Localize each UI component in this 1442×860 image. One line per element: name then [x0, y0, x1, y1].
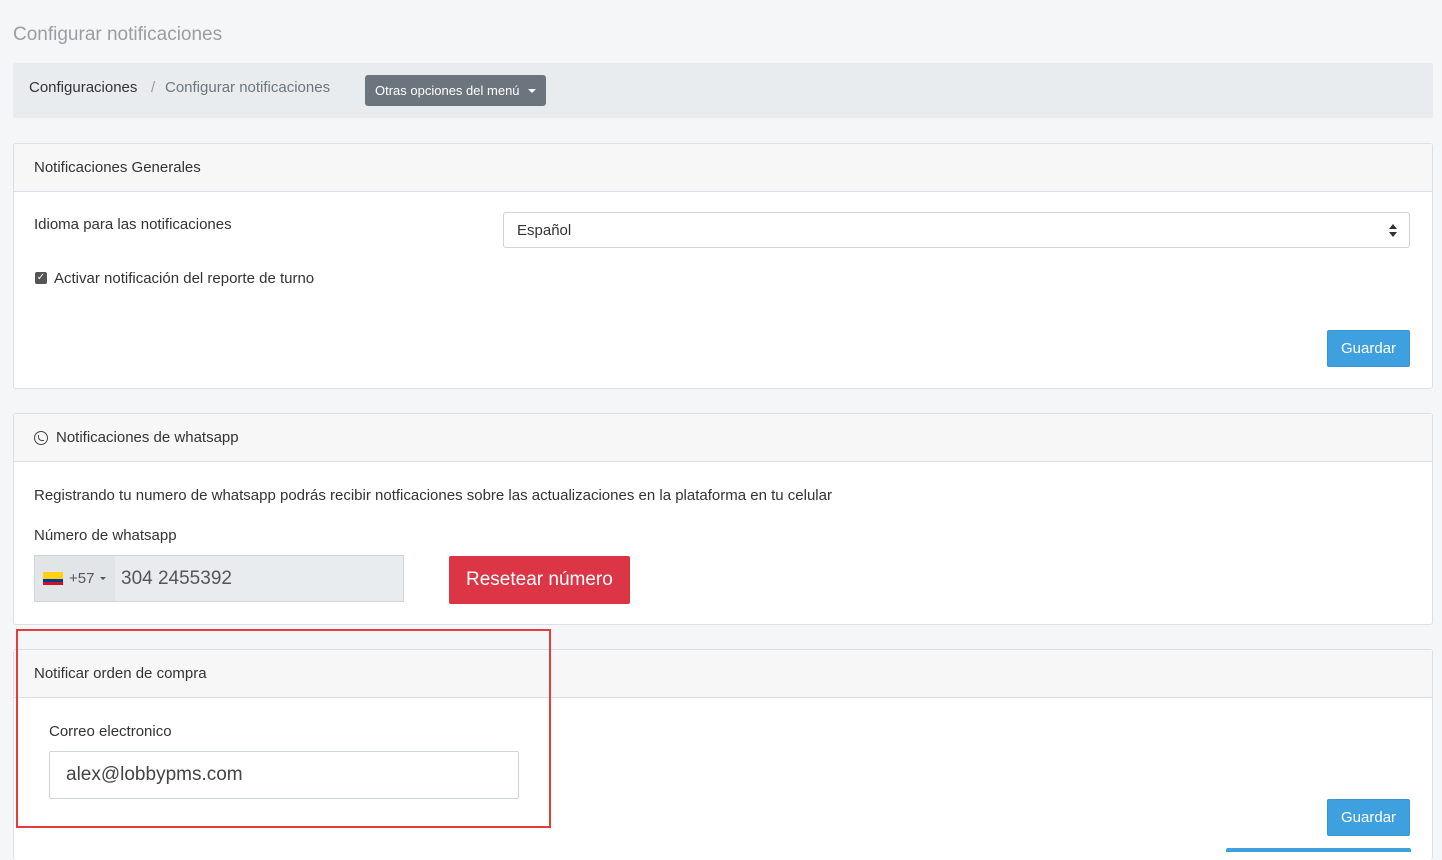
colombia-flag-icon — [43, 572, 63, 585]
whatsapp-number-input[interactable]: +57 304 2455392 — [34, 555, 404, 602]
whatsapp-description: Registrando tu numero de whatsapp podrás… — [34, 487, 832, 504]
whatsapp-notifications-header: Notificaciones de whatsapp — [14, 414, 1432, 462]
general-notifications-card: Notificaciones Generales Idioma para las… — [13, 143, 1433, 389]
caret-down-icon — [527, 88, 536, 93]
language-select[interactable]: Español — [503, 212, 1410, 248]
breadcrumb-current: Configurar notificaciones — [165, 79, 331, 96]
general-notifications-header: Notificaciones Generales — [14, 144, 1432, 192]
breadcrumb-link-configuraciones[interactable]: Configuraciones — [29, 79, 137, 96]
shift-report-checkbox-label: Activar notificación del reporte de turn… — [54, 270, 315, 287]
partial-button[interactable] — [1226, 848, 1411, 852]
whatsapp-notifications-title: Notificaciones de whatsapp — [56, 429, 239, 446]
email-input[interactable] — [49, 751, 519, 799]
caret-down-icon — [100, 577, 107, 580]
whatsapp-number-value: 304 2455392 — [121, 567, 232, 589]
purchase-order-header: Notificar orden de compra — [14, 650, 1432, 698]
country-code-selector[interactable]: +57 — [35, 556, 115, 601]
whatsapp-number-label: Número de whatsapp — [34, 527, 177, 544]
purchase-save-button[interactable]: Guardar — [1327, 799, 1411, 836]
shift-report-checkbox[interactable]: ✓ — [35, 272, 47, 284]
breadcrumb: Configuraciones / Configurar notificacio… — [13, 63, 1433, 118]
language-select-value: Español — [517, 221, 572, 239]
whatsapp-icon — [34, 430, 48, 445]
breadcrumb-separator: / — [151, 79, 156, 96]
page-title: Configurar notificaciones — [13, 24, 223, 45]
language-label: Idioma para las notificaciones — [34, 216, 232, 233]
purchase-order-card: Notificar orden de compra Correo electro… — [13, 649, 1433, 860]
general-save-button[interactable]: Guardar — [1327, 330, 1411, 367]
purchase-order-title: Notificar orden de compra — [34, 665, 207, 682]
email-label: Correo electronico — [49, 723, 172, 740]
other-menu-options-button[interactable]: Otras opciones del menú — [365, 75, 546, 106]
general-notifications-title: Notificaciones Generales — [34, 159, 201, 176]
other-menu-options-label: Otras opciones del menú — [375, 83, 520, 98]
dial-code: +57 — [69, 570, 95, 587]
reset-number-button[interactable]: Resetear número — [449, 556, 630, 604]
whatsapp-notifications-card: Notificaciones de whatsapp Registrando t… — [13, 413, 1433, 625]
select-arrows-icon — [1389, 224, 1397, 238]
